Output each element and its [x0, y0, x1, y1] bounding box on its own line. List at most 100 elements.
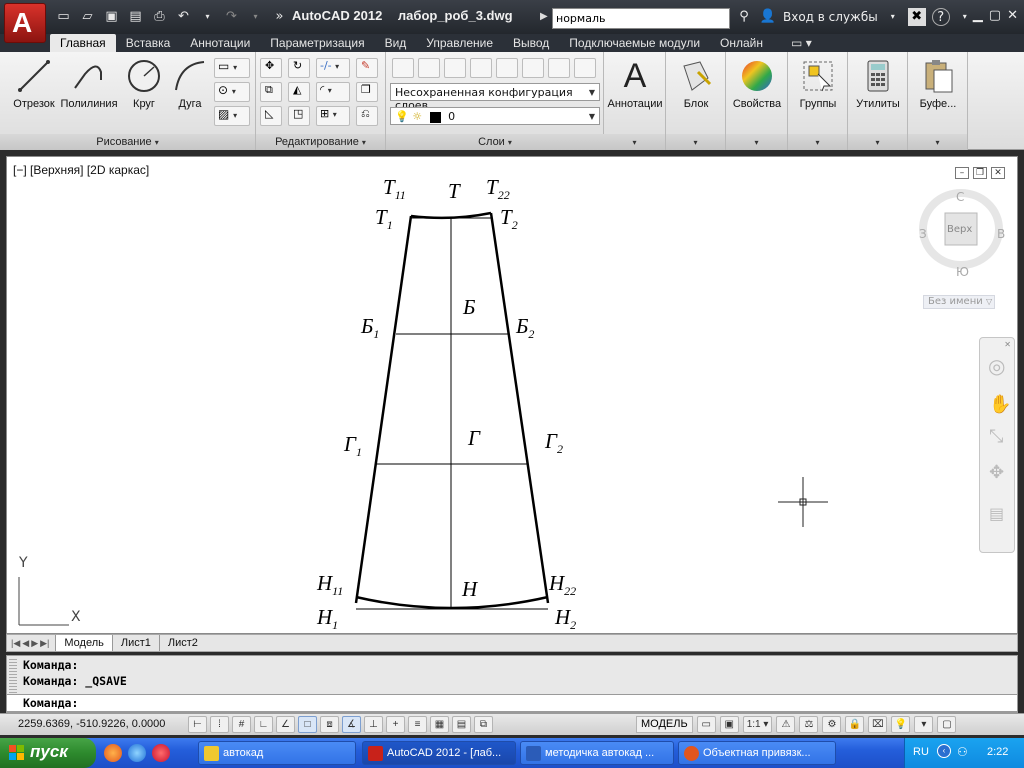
maximize-icon[interactable]: ▢	[989, 8, 1001, 23]
isolate-objects-icon[interactable]: 💡	[891, 716, 911, 733]
workspace-switching-icon[interactable]: ⚙	[822, 716, 842, 733]
tab-parametric[interactable]: Параметризация	[260, 34, 374, 52]
search-expand-icon[interactable]: ▶	[540, 11, 548, 22]
layer-off-icon[interactable]	[444, 58, 466, 78]
block-panel-footer[interactable]: ▾	[666, 134, 725, 150]
hardware-acceleration-icon[interactable]: ⌧	[868, 716, 888, 733]
language-indicator[interactable]: RU	[913, 746, 929, 758]
undo-dropdown-icon[interactable]: ▾	[198, 8, 217, 26]
save-as-icon[interactable]: ▤	[126, 8, 145, 26]
fillet-button[interactable]: ◜ ▾	[316, 82, 350, 102]
coordinate-readout[interactable]: 2259.6369, -510.9226, 0.0000	[18, 718, 165, 730]
binoculars-icon[interactable]: ⚲	[735, 8, 753, 26]
clean-screen-icon[interactable]: ▢	[937, 716, 957, 733]
exchange-icon[interactable]: ✖	[907, 8, 926, 26]
tab-annotate[interactable]: Аннотации	[180, 34, 260, 52]
scale-button[interactable]: ◳	[288, 106, 310, 126]
layer-previous-icon[interactable]	[574, 58, 596, 78]
command-input[interactable]: Команда:	[6, 694, 1018, 712]
3d-osnap-icon[interactable]: ⧈	[320, 716, 339, 733]
lineweight-icon[interactable]: ≡	[408, 716, 427, 733]
mirror-button[interactable]: ◭	[288, 82, 310, 102]
copy-button[interactable]: ⧉	[260, 82, 282, 102]
undo-icon[interactable]: ↶	[174, 8, 193, 26]
dynamic-input-icon[interactable]: +	[386, 716, 405, 733]
workspace-search-field[interactable]: нормаль	[552, 8, 730, 29]
grid-display-icon[interactable]: #	[232, 716, 251, 733]
groups-button[interactable]: Группы	[790, 56, 846, 122]
current-layer-combo[interactable]: 💡 ☼ 0 ▼	[390, 107, 600, 125]
tab-plugins[interactable]: Подключаемые модули	[559, 34, 710, 52]
open-file-icon[interactable]: ▱	[78, 8, 97, 26]
block-button[interactable]: Блок	[668, 56, 724, 122]
internet-explorer-icon[interactable]	[128, 744, 146, 762]
first-tab-icon[interactable]: |◀	[11, 638, 20, 649]
autoscale-icon[interactable]: ⚖	[799, 716, 819, 733]
object-snap-icon[interactable]: □	[298, 716, 317, 733]
offset-button[interactable]: ⎌	[356, 106, 378, 126]
layer-isolate-icon[interactable]	[470, 58, 492, 78]
ribbon-minimize-icon[interactable]: ▭ ▾	[781, 34, 822, 52]
arc-button[interactable]: Дуга	[162, 56, 218, 122]
properties-button[interactable]: Свойства	[728, 56, 786, 122]
task-autocad[interactable]: AutoCAD 2012 - [лаб...	[362, 741, 516, 765]
draw-panel-footer[interactable]: Рисование ▾	[0, 134, 255, 150]
utilities-button[interactable]: Утилиты	[850, 56, 906, 122]
quick-properties-icon[interactable]: ▤	[452, 716, 471, 733]
move-button[interactable]: ✥	[260, 58, 282, 78]
minimize-icon[interactable]: ▁	[973, 8, 983, 23]
erase-button[interactable]: ✎	[356, 58, 378, 78]
print-icon[interactable]: ⎙	[150, 8, 169, 26]
close-icon[interactable]: ✕	[1007, 8, 1018, 23]
polyline-button[interactable]: Полилиния	[58, 56, 120, 122]
tab-output[interactable]: Вывод	[503, 34, 559, 52]
start-button[interactable]: пуск	[0, 738, 96, 768]
layer-freeze-icon[interactable]	[496, 58, 518, 78]
opera-icon[interactable]	[152, 744, 170, 762]
task-firefox[interactable]: Объектная привязк...	[678, 741, 836, 765]
line-button[interactable]: Отрезок	[6, 56, 62, 122]
modify-panel-footer[interactable]: Редактирование ▾	[256, 134, 385, 150]
hatch-button[interactable]: ▨ ▾	[214, 106, 250, 126]
polar-tracking-icon[interactable]: ∠	[276, 716, 295, 733]
new-file-icon[interactable]: ▭	[54, 8, 73, 26]
application-menu-button[interactable]: A	[4, 3, 46, 43]
redo-dropdown-icon[interactable]: ▾	[246, 8, 265, 26]
dynamic-ucs-icon[interactable]: ⊥	[364, 716, 383, 733]
array-button[interactable]: ⊞ ▾	[316, 106, 350, 126]
stretch-button[interactable]: ◺	[260, 106, 282, 126]
annotation-visibility-icon[interactable]: ⚠	[776, 716, 796, 733]
signin-dropdown-icon[interactable]: ▾	[884, 8, 902, 26]
layer-state-combo[interactable]: Несохраненная конфигурация слоев ▼	[390, 83, 600, 112]
properties-panel-footer[interactable]: ▾	[726, 134, 787, 150]
tab-model[interactable]: Модель	[55, 635, 112, 651]
toolbar-lock-icon[interactable]: 🔒	[845, 716, 865, 733]
tab-online[interactable]: Онлайн	[710, 34, 773, 52]
save-icon[interactable]: ▣	[102, 8, 121, 26]
groups-panel-footer[interactable]: ▾	[788, 134, 847, 150]
tab-layout2[interactable]: Лист2	[158, 635, 206, 651]
task-folder[interactable]: автокад	[198, 741, 356, 765]
annotation-button[interactable]: A Аннотации	[606, 56, 664, 122]
annotation-panel-footer[interactable]: ▾	[604, 134, 665, 150]
next-tab-icon[interactable]: ▶	[31, 638, 38, 649]
transparency-icon[interactable]: ▦	[430, 716, 449, 733]
drawing-canvas[interactable]: [−] [Верхняя] [2D каркас] – ❐ ✕ С Ю З В …	[6, 156, 1018, 634]
layers-panel-footer[interactable]: Слои ▾	[386, 134, 604, 150]
user-icon[interactable]: 👤	[759, 8, 777, 26]
trim-button[interactable]: -/- ▾	[316, 58, 350, 78]
layer-match-icon[interactable]	[548, 58, 570, 78]
tab-insert[interactable]: Вставка	[116, 34, 181, 52]
layer-lock-icon[interactable]	[522, 58, 544, 78]
infer-constraints-icon[interactable]: ⊢	[188, 716, 207, 733]
clock[interactable]: 2:22	[987, 746, 1008, 758]
model-space-button[interactable]: МОДЕЛЬ	[636, 716, 693, 733]
tab-view[interactable]: Вид	[375, 34, 417, 52]
task-word[interactable]: методичка автокад ...	[520, 741, 674, 765]
tab-layout1[interactable]: Лист1	[111, 635, 159, 651]
firefox-icon[interactable]	[104, 744, 122, 762]
redo-icon[interactable]: ↷	[222, 8, 241, 26]
rectangle-button[interactable]: ▭ ▾	[214, 58, 250, 78]
selection-cycling-icon[interactable]: ⧉	[474, 716, 493, 733]
qat-overflow-icon[interactable]: »	[270, 8, 289, 26]
